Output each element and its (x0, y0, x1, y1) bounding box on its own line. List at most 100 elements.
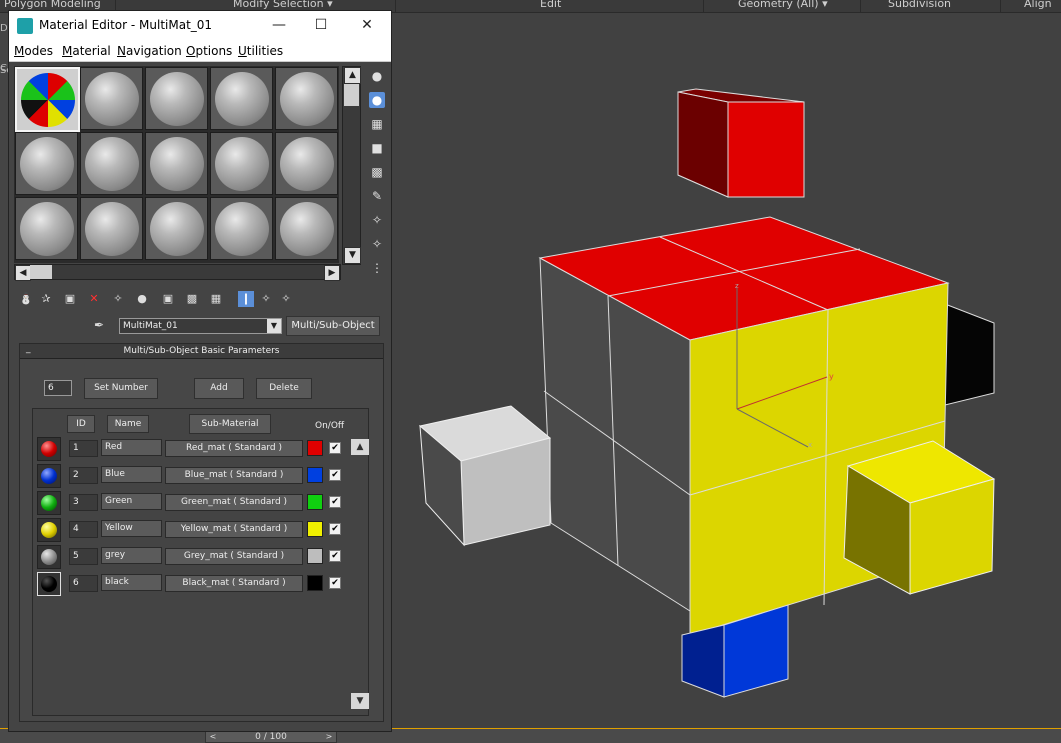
time-prev-icon[interactable]: < (208, 732, 218, 742)
sample-slot[interactable] (15, 132, 78, 195)
ribbon-geometry-all[interactable]: Geometry (All) ▾ (738, 0, 828, 10)
sample-slot[interactable] (145, 132, 208, 195)
perspective-viewport[interactable]: z y x (390, 13, 1061, 728)
slots-horizontal-scrollbar[interactable]: ◀ ▶ (14, 264, 341, 281)
id-field[interactable]: 6 (69, 575, 98, 592)
chevron-down-icon[interactable]: ▼ (267, 319, 281, 333)
menu-options[interactable]: Options (186, 44, 232, 58)
pick-from-object-icon[interactable]: ✧ (278, 291, 294, 307)
list-scroll-down-icon[interactable]: ▼ (351, 693, 369, 709)
id-field[interactable]: 5 (69, 548, 98, 565)
go-to-parent-icon[interactable]: ❙ (238, 291, 254, 307)
scroll-up-icon[interactable]: ▲ (344, 67, 361, 84)
color-swatch[interactable] (307, 440, 323, 456)
sample-uv-tiling-icon[interactable]: ■ (369, 140, 385, 156)
id-field[interactable]: 3 (69, 494, 98, 511)
color-swatch[interactable] (307, 494, 323, 510)
sample-slot[interactable] (145, 67, 208, 130)
name-field[interactable]: Yellow (101, 520, 162, 537)
scroll-thumb[interactable] (344, 84, 359, 106)
sample-slot[interactable] (210, 67, 273, 130)
ribbon-modify-selection[interactable]: Modify Selection ▾ (233, 0, 333, 10)
sample-type-icon[interactable]: ● (369, 68, 385, 84)
on-off-checkbox[interactable]: ✔ (329, 550, 341, 562)
id-field[interactable]: 4 (69, 521, 98, 538)
sample-sphere-grey[interactable] (37, 545, 61, 569)
scroll-right-icon[interactable]: ▶ (324, 265, 340, 281)
menu-utilities[interactable]: Utilities (238, 44, 283, 58)
on-off-checkbox[interactable]: ✔ (329, 523, 341, 535)
ribbon-edit[interactable]: Edit (540, 0, 561, 10)
on-off-checkbox[interactable]: ✔ (329, 496, 341, 508)
close-button[interactable]: ✕ (347, 14, 387, 36)
sample-sphere-red[interactable] (37, 437, 61, 461)
name-field[interactable]: Blue (101, 466, 162, 483)
select-by-material-icon[interactable]: ✧ (369, 236, 385, 252)
slots-vertical-scrollbar[interactable]: ▲ ▼ (342, 66, 361, 265)
backlight-icon[interactable]: ● (369, 92, 385, 108)
sample-slot[interactable] (210, 197, 273, 260)
number-of-materials-field[interactable]: 6 (44, 380, 72, 396)
menu-navigation[interactable]: Navigation (117, 44, 182, 58)
sample-slot[interactable] (210, 132, 273, 195)
sample-slot[interactable] (80, 67, 143, 130)
color-swatch[interactable] (307, 467, 323, 483)
assign-to-selection-icon[interactable]: ▣ (62, 291, 78, 307)
sort-by-submaterial-button[interactable]: Sub-Material (189, 414, 271, 434)
add-button[interactable]: Add (194, 378, 244, 399)
id-field[interactable]: 1 (69, 440, 98, 457)
list-scroll-up-icon[interactable]: ▲ (351, 439, 369, 455)
sample-slot[interactable] (15, 197, 78, 260)
material-id-channel-icon[interactable]: ▣ (160, 291, 176, 307)
title-bar[interactable]: Material Editor - MultiMat_01 — ☐ ✕ (9, 11, 391, 41)
sub-material-button[interactable]: Black_mat ( Standard ) (165, 575, 303, 592)
on-off-checkbox[interactable]: ✔ (329, 442, 341, 454)
sample-sphere-black[interactable] (37, 572, 61, 596)
sample-slot[interactable] (80, 197, 143, 260)
sub-material-button[interactable]: Green_mat ( Standard ) (165, 494, 303, 511)
maximize-button[interactable]: ☐ (301, 14, 341, 36)
sort-by-name-button[interactable]: Name (107, 415, 149, 433)
reset-map-icon[interactable]: ✕ (86, 291, 102, 307)
sample-slot[interactable] (80, 132, 143, 195)
ribbon-subdivision[interactable]: Subdivision (888, 0, 951, 10)
time-next-icon[interactable]: > (324, 732, 334, 742)
time-slider[interactable]: < 0 / 100 > (205, 731, 337, 743)
color-swatch[interactable] (307, 575, 323, 591)
scroll-left-icon[interactable]: ◀ (15, 265, 31, 281)
sample-slot[interactable] (275, 67, 338, 130)
menu-material[interactable]: Material (62, 44, 111, 58)
sample-slot[interactable] (275, 132, 338, 195)
show-end-result-icon[interactable]: ▦ (208, 291, 224, 307)
sub-material-button[interactable]: Yellow_mat ( Standard ) (165, 521, 303, 538)
color-swatch[interactable] (307, 521, 323, 537)
get-material-icon[interactable]: ⛄ (18, 291, 34, 307)
sample-sphere-blue[interactable] (37, 464, 61, 488)
sub-material-button[interactable]: Blue_mat ( Standard ) (165, 467, 303, 484)
sort-by-id-button[interactable]: ID (67, 415, 95, 433)
background-checker-icon[interactable]: ▦ (369, 116, 385, 132)
sub-material-button[interactable]: Grey_mat ( Standard ) (165, 548, 303, 565)
material-name-dropdown[interactable]: MultiMat_01 ▼ (119, 318, 282, 334)
collapse-icon[interactable]: _ (26, 342, 31, 356)
sample-slot[interactable] (275, 197, 338, 260)
make-preview-icon[interactable]: ✎ (369, 188, 385, 204)
rollout-header[interactable]: _ Multi/Sub-Object Basic Parameters (20, 344, 383, 359)
on-off-checkbox[interactable]: ✔ (329, 577, 341, 589)
id-field[interactable]: 2 (69, 467, 98, 484)
scroll-down-icon[interactable]: ▼ (344, 247, 361, 264)
sub-material-button[interactable]: Red_mat ( Standard ) (165, 440, 303, 457)
put-to-scene-icon[interactable]: ✰ (38, 291, 54, 307)
show-shaded-icon[interactable]: ▩ (184, 291, 200, 307)
name-field[interactable]: Green (101, 493, 162, 510)
make-unique-icon[interactable]: ✧ (110, 291, 126, 307)
put-to-library-icon[interactable]: ● (134, 291, 150, 307)
minimize-button[interactable]: — (259, 14, 299, 36)
color-swatch[interactable] (307, 548, 323, 564)
eyedropper-icon[interactable]: ✒ (94, 318, 104, 332)
material-type-button[interactable]: Multi/Sub-Object (286, 316, 380, 336)
material-navigator-icon[interactable]: ⋮ (369, 260, 385, 276)
sample-sphere-green[interactable] (37, 491, 61, 515)
video-color-check-icon[interactable]: ▩ (369, 164, 385, 180)
on-off-checkbox[interactable]: ✔ (329, 469, 341, 481)
